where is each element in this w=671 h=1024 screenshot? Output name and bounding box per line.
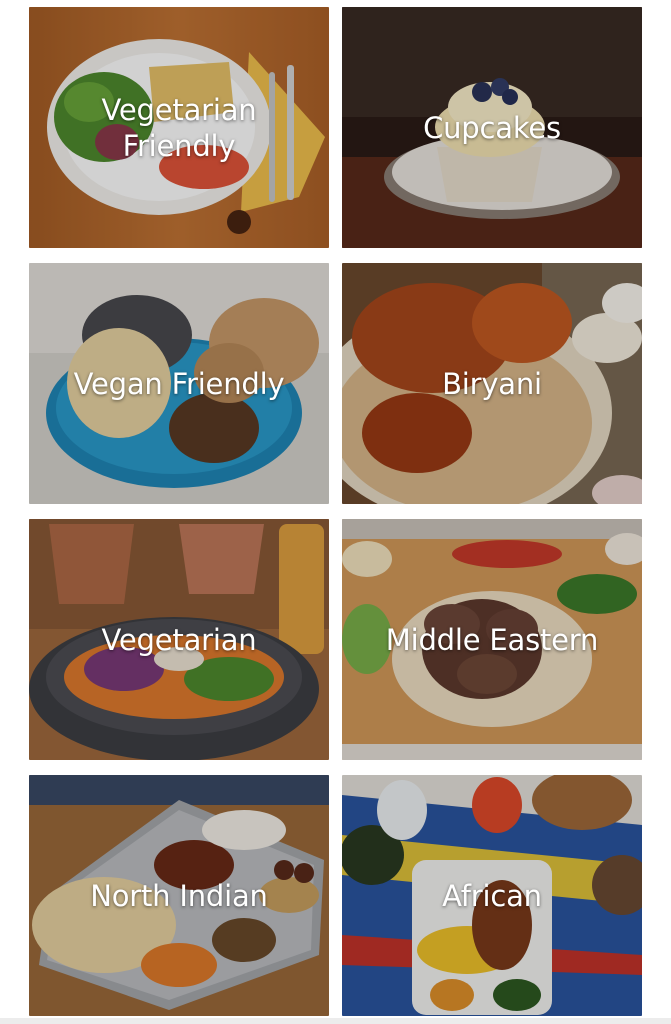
category-label: Vegan Friendly [73, 366, 285, 401]
category-tile-biryani[interactable]: Biryani [342, 263, 642, 504]
category-label: North Indian [90, 878, 268, 913]
category-tile-middle-eastern[interactable]: Middle Eastern [342, 519, 642, 760]
category-label: Cupcakes [423, 110, 561, 145]
category-label: Vegetarian [101, 622, 257, 657]
category-tile-vegan-friendly[interactable]: Vegan Friendly [29, 263, 329, 504]
category-tile-cupcakes[interactable]: Cupcakes [342, 7, 642, 248]
bottom-divider [0, 1018, 671, 1024]
category-label: Vegetarian Friendly [101, 92, 257, 163]
category-tile-vegetarian-friendly[interactable]: Vegetarian Friendly [29, 7, 329, 248]
category-label: African [442, 878, 542, 913]
category-grid: Vegetarian Friendly Cupcakes Vegan Frien… [29, 7, 642, 1016]
category-tile-vegetarian[interactable]: Vegetarian [29, 519, 329, 760]
category-tile-north-indian[interactable]: North Indian [29, 775, 329, 1016]
category-label: Middle Eastern [385, 622, 599, 657]
category-label: Biryani [442, 366, 542, 401]
category-tile-african[interactable]: African [342, 775, 642, 1016]
